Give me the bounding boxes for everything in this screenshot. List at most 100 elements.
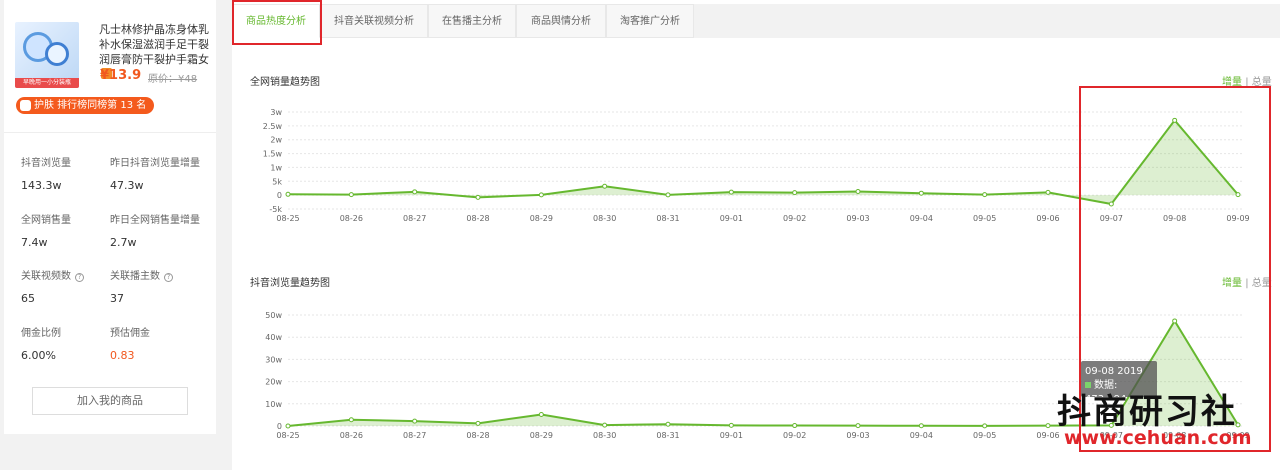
x-tick-label: 09-02 [783, 214, 806, 223]
data-point [285, 191, 291, 197]
data-point [475, 420, 481, 426]
analysis-panel: 商品热度分析 抖音关联视频分析 在售播主分析 商品舆情分析 淘客推广分析 全网销… [232, 0, 1280, 470]
chart-title-views: 抖音浏览量趋势图 [250, 278, 330, 289]
product-price: ¥13.9 [100, 68, 142, 83]
product-original-price: 原价：¥48 [148, 74, 198, 85]
data-point [918, 190, 924, 196]
x-tick-label: 08-31 [656, 431, 679, 440]
help-icon[interactable]: ? [75, 273, 84, 282]
rank-badge[interactable]: 护肤 排行榜同榜第 13 名 [16, 97, 155, 114]
x-tick-label: 09-01 [720, 214, 743, 223]
x-tick-label: 08-29 [530, 214, 553, 223]
data-point [602, 183, 608, 189]
data-point [538, 411, 544, 417]
x-tick-label: 09-06 [1036, 214, 1059, 223]
data-point [538, 192, 544, 198]
x-tick-label: 08-30 [593, 214, 616, 223]
add-to-my-products-button[interactable]: 加入我的商品 [32, 387, 188, 415]
y-tick-label: 30w [265, 355, 282, 364]
stat-label: 预估佣金 [110, 328, 150, 339]
x-tick-label: 08-27 [403, 431, 426, 440]
divider [4, 132, 216, 133]
x-tick-label: 08-29 [530, 431, 553, 440]
stat-total-sales: 全网销售量 7.4w [21, 211, 71, 249]
x-tick-label: 08-30 [593, 431, 616, 440]
stat-value: 7.4w [21, 236, 48, 249]
stat-label: 关联播主数 [110, 271, 160, 282]
stat-douyin-views-delta: 昨日抖音浏览量增量 47.3w [110, 154, 200, 192]
data-point [412, 189, 418, 195]
product-thumbnail[interactable]: 早晚用一小分装瓶 [15, 22, 79, 88]
stat-value: 37 [110, 292, 124, 305]
data-point [918, 423, 924, 429]
stat-value: 2.7w [110, 236, 137, 249]
jar-shape-2 [45, 42, 69, 66]
product-title-text: 凡士林修护晶冻身体乳补水保湿滋润手足干裂润唇膏防干裂护手霜女 [99, 23, 209, 66]
x-tick-label: 08-26 [340, 431, 363, 440]
y-tick-label: 5k [272, 177, 282, 186]
data-point [728, 422, 734, 428]
x-tick-label: 08-25 [276, 214, 299, 223]
stat-value: 6.00% [21, 349, 56, 362]
stat-value: 47.3w [110, 179, 144, 192]
x-tick-label: 09-05 [973, 214, 996, 223]
y-tick-label: 20w [265, 378, 282, 387]
data-point [348, 417, 354, 423]
y-tick-label: 1w [270, 163, 282, 172]
y-tick-label: -5k [269, 205, 282, 214]
watermark-url: www.cehuan.com [1064, 427, 1252, 449]
y-tick-label: 0 [277, 422, 282, 431]
x-tick-label: 09-02 [783, 431, 806, 440]
product-panel: 早晚用一小分装瓶 凡士林修护晶冻身体乳补水保湿滋润手足干裂润唇膏防干裂护手霜女 … [4, 0, 216, 434]
y-tick-label: 0 [277, 191, 282, 200]
shopping-bag-icon [20, 100, 31, 111]
tab-douyin-videos[interactable]: 抖音关联视频分析 [320, 4, 428, 38]
stat-value: 65 [21, 292, 35, 305]
stat-label: 全网销售量 [21, 215, 71, 226]
stat-douyin-views: 抖音浏览量 143.3w [21, 154, 71, 192]
stat-related-streamers: 关联播主数? 37 [110, 267, 173, 305]
data-point [792, 190, 798, 196]
data-point [665, 421, 671, 427]
tab-taoke[interactable]: 淘客推广分析 [606, 4, 694, 38]
data-point [1045, 189, 1051, 195]
y-tick-label: 3w [270, 108, 282, 117]
data-point [792, 423, 798, 429]
data-point [285, 423, 291, 429]
product-card[interactable]: 早晚用一小分装瓶 凡士林修护晶冻身体乳补水保湿滋润手足干裂润唇膏防干裂护手霜女 … [15, 22, 210, 92]
data-point [348, 192, 354, 198]
y-tick-label: 10w [265, 400, 282, 409]
help-icon[interactable]: ? [164, 273, 173, 282]
stat-label: 抖音浏览量 [21, 158, 71, 169]
x-tick-label: 08-26 [340, 214, 363, 223]
tab-bar: 商品热度分析 抖音关联视频分析 在售播主分析 商品舆情分析 淘客推广分析 [232, 4, 1280, 38]
stat-label: 关联视频数 [21, 271, 71, 282]
stat-related-videos: 关联视频数? 65 [21, 267, 84, 305]
data-point [855, 189, 861, 195]
stat-label: 昨日全网销售量增量 [110, 215, 200, 226]
watermark-brand: 抖商研习社 [1057, 392, 1237, 432]
chart-title-sales: 全网销量趋势图 [250, 77, 320, 88]
x-tick-label: 09-03 [846, 214, 869, 223]
stat-label: 昨日抖音浏览量增量 [110, 158, 200, 169]
tab-sentiment[interactable]: 商品舆情分析 [516, 4, 606, 38]
y-tick-label: 2.5w [263, 122, 283, 131]
data-point [412, 418, 418, 424]
thumb-ribbon: 早晚用一小分装瓶 [15, 78, 79, 88]
x-tick-label: 09-01 [720, 431, 743, 440]
x-tick-label: 09-03 [846, 431, 869, 440]
x-tick-label: 08-31 [656, 214, 679, 223]
y-tick-label: 2w [270, 136, 282, 145]
data-point [982, 192, 988, 198]
y-tick-label: 1.5w [263, 150, 283, 159]
x-tick-label: 09-05 [973, 431, 996, 440]
data-point [602, 422, 608, 428]
data-point [728, 189, 734, 195]
x-tick-label: 09-04 [910, 214, 933, 223]
tab-streamers[interactable]: 在售播主分析 [428, 4, 516, 38]
y-tick-label: 40w [265, 333, 282, 342]
data-point [982, 423, 988, 429]
stat-estimated-commission: 预估佣金 0.83 [110, 324, 150, 362]
x-tick-label: 08-28 [466, 214, 489, 223]
stat-value: 0.83 [110, 349, 135, 362]
